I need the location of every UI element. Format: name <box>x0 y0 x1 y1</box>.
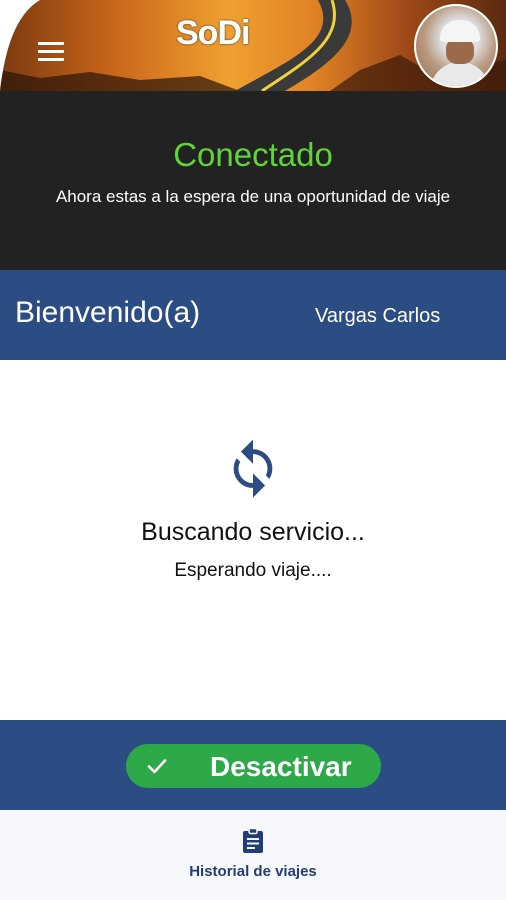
deactivate-label: Desactivar <box>210 751 352 782</box>
app-logo: SoDi <box>164 14 274 64</box>
nav-label-trip-history: Historial de viajes <box>189 863 317 880</box>
status-title: Conectado <box>173 136 333 173</box>
avatar[interactable] <box>414 4 498 88</box>
welcome-label: Bienvenido(a) <box>15 296 201 329</box>
bottom-nav: Historial de viajes <box>0 810 506 900</box>
action-bar: Desactivar <box>0 720 506 810</box>
hamburger-menu-icon[interactable] <box>38 42 64 64</box>
header-banner: SoDi <box>0 0 506 91</box>
status-subtitle: Ahora estas a la espera de una oportunid… <box>55 187 451 206</box>
nav-item-trip-history[interactable]: Historial de viajes <box>170 828 336 888</box>
refresh-icon <box>233 439 273 498</box>
clipboard-icon <box>243 828 263 853</box>
status-panel: Conectado Ahora estas a la espera de una… <box>0 91 506 270</box>
driver-name: Vargas Carlos <box>315 305 441 327</box>
search-status-title: Buscando servicio... <box>141 518 365 546</box>
deactivate-button[interactable]: Desactivar <box>126 744 381 788</box>
logo-text: SoDi <box>176 14 250 52</box>
search-status-subtitle: Esperando viaje.... <box>174 560 332 581</box>
welcome-bar: Bienvenido(a) Vargas Carlos <box>0 270 506 360</box>
check-icon <box>147 759 167 774</box>
